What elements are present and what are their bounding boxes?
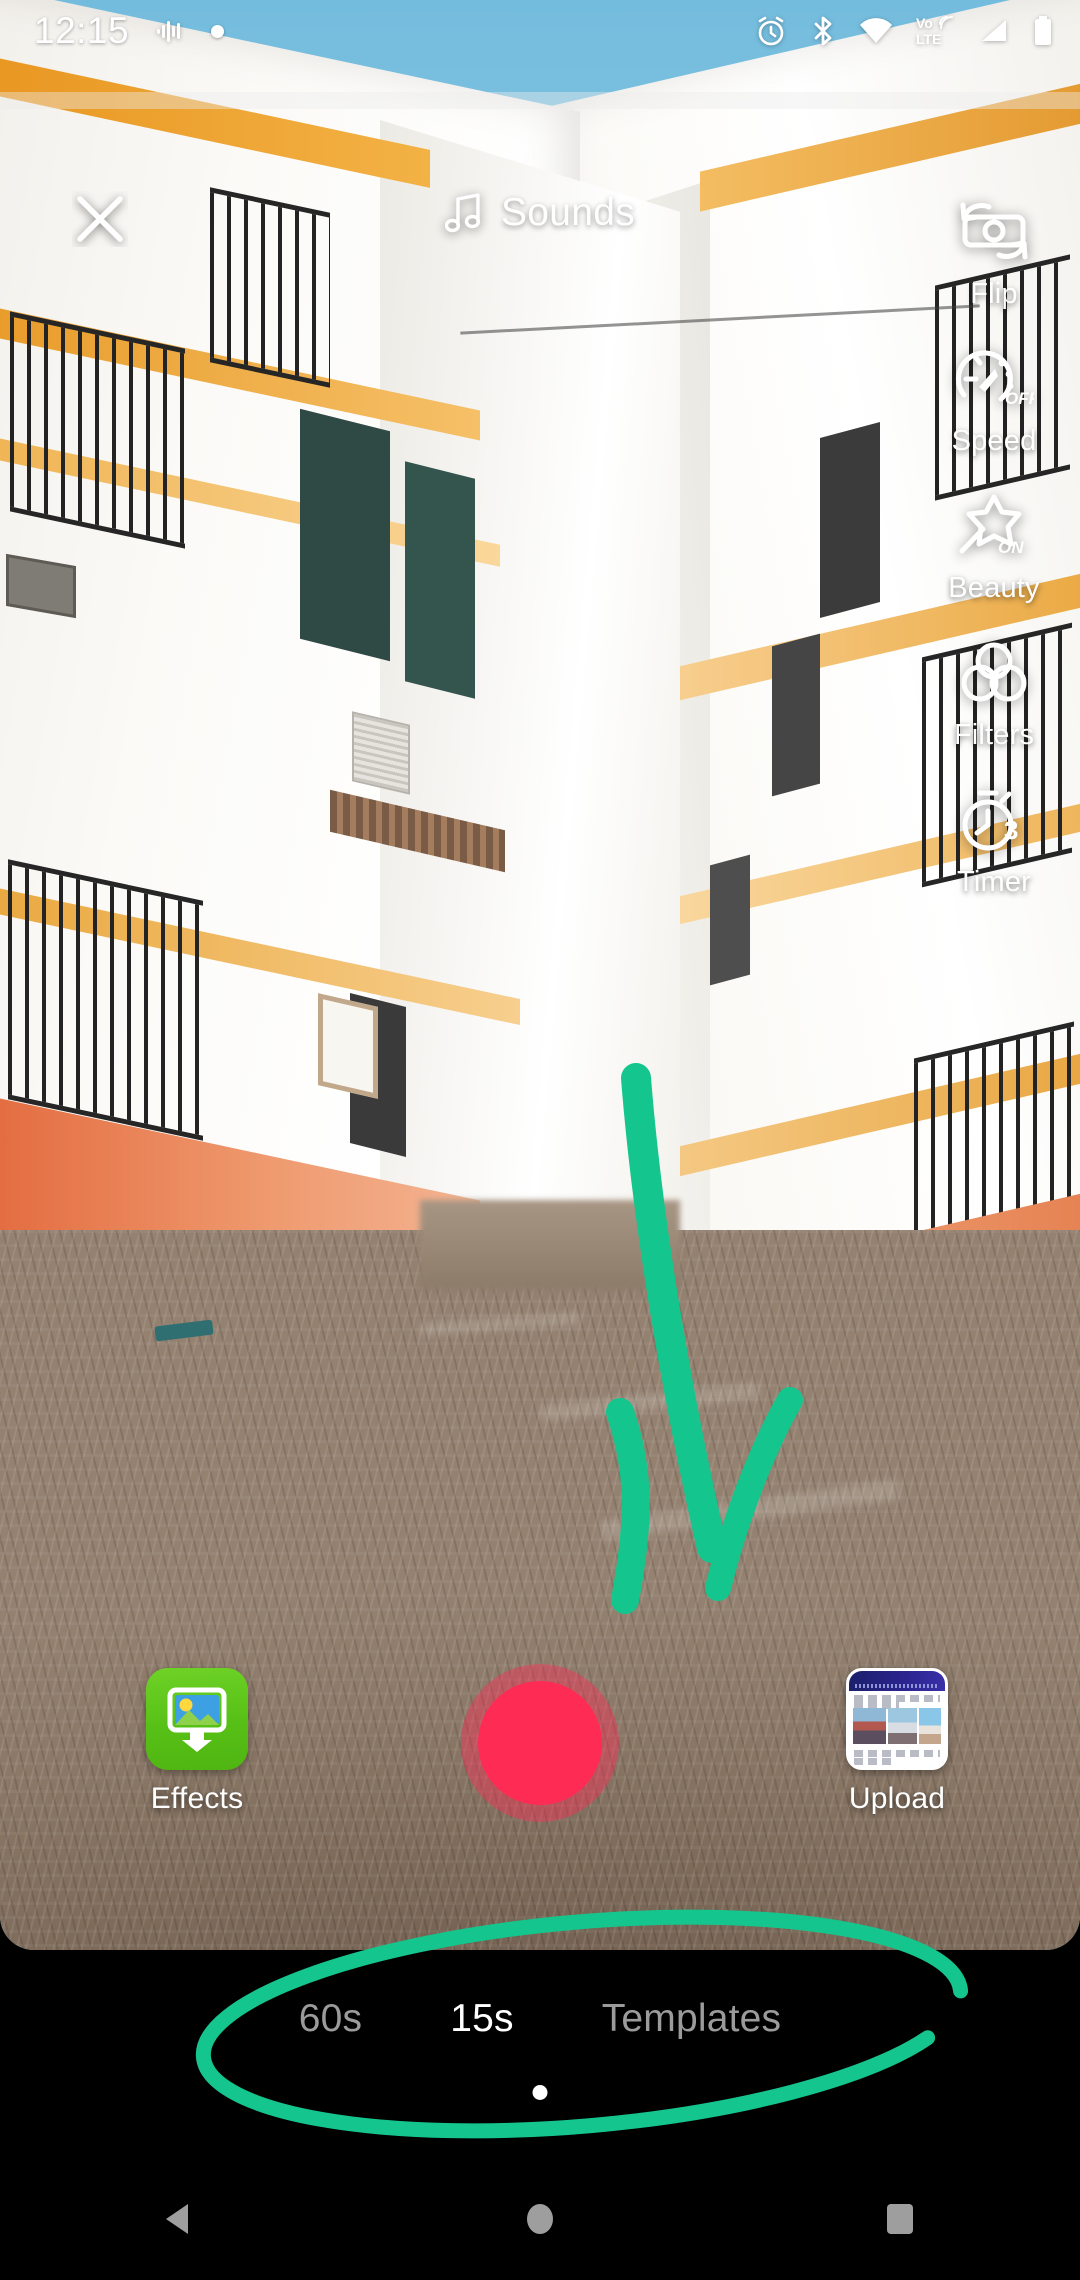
home-circle-icon — [527, 2204, 553, 2234]
upload-button[interactable]: Upload — [846, 1668, 948, 1816]
music-note-icon — [444, 193, 481, 233]
right-window-3 — [710, 854, 750, 986]
nav-home-button[interactable] — [465, 2158, 615, 2280]
recording-progress-bar — [0, 92, 1080, 109]
speed-badge: OFF — [1005, 389, 1034, 408]
android-nav-bar — [0, 2158, 1080, 2280]
sounds-button[interactable]: Sounds — [431, 185, 649, 241]
tool-speed[interactable]: OFF Speed — [908, 337, 1080, 458]
right-window-2 — [772, 633, 820, 797]
effects-button[interactable]: Effects — [146, 1668, 248, 1816]
tool-timer[interactable]: 3 Timer — [908, 778, 1080, 899]
signal-icon — [982, 20, 1006, 41]
tool-label-flip: Flip — [970, 278, 1018, 310]
status-bar-left: 12:15 — [34, 10, 225, 52]
status-bar-right: Vo LTE — [754, 14, 1054, 48]
filters-circles-icon — [956, 631, 1032, 713]
wifi-icon — [860, 18, 892, 43]
timer-badge: 3 — [1004, 815, 1018, 845]
air-conditioner-unit — [352, 711, 410, 795]
camera-flip-icon — [955, 190, 1033, 272]
wall-plaque — [318, 993, 378, 1099]
status-time: 12:15 — [34, 10, 130, 51]
left-window-1 — [300, 408, 390, 662]
stopwatch-icon: 3 — [954, 778, 1034, 860]
mode-page-indicator-dot — [532, 2085, 548, 2100]
right-window-1 — [820, 421, 880, 619]
tool-label-speed: Speed — [951, 425, 1037, 457]
bluetooth-icon — [814, 16, 832, 46]
status-bar: 12:15 Vo LTE — [0, 0, 1080, 62]
camera-viewfinder[interactable]: Sounds Flip OF Speed ON Beauty Filters 3… — [0, 0, 1080, 1950]
left-railing-2 — [8, 859, 203, 1141]
recents-square-icon — [887, 2204, 913, 2234]
notification-dot-icon — [211, 24, 225, 38]
upload-label: Upload — [848, 1782, 946, 1815]
svg-text:Vo: Vo — [916, 15, 933, 31]
left-railing-1 — [10, 311, 185, 549]
tool-label-filters: Filters — [953, 719, 1035, 751]
battery-icon — [1035, 16, 1051, 45]
nav-back-button[interactable] — [105, 2158, 255, 2280]
tool-label-timer: Timer — [956, 866, 1032, 898]
left-window-2 — [405, 461, 475, 699]
record-button[interactable] — [461, 1664, 619, 1822]
upload-thumbnail-icon — [846, 1668, 948, 1770]
tool-filters[interactable]: Filters — [908, 631, 1080, 752]
back-triangle-icon — [166, 2204, 188, 2234]
tool-flip[interactable]: Flip — [908, 190, 1080, 311]
svg-text:LTE: LTE — [916, 31, 941, 47]
tool-rail: Flip OF Speed ON Beauty Filters 3 Timer — [908, 190, 1080, 925]
mode-tab-templates[interactable]: Templates — [586, 1991, 798, 2047]
beauty-badge: ON — [998, 538, 1024, 557]
tiktok-camera-screen: Sounds Flip OF Speed ON Beauty Filters 3… — [0, 0, 1080, 2280]
nav-recents-button[interactable] — [825, 2158, 975, 2280]
speedometer-icon: OFF — [954, 337, 1034, 419]
sound-wave-icon — [157, 21, 181, 42]
magic-star-icon: ON — [954, 484, 1034, 566]
effects-label: Effects — [150, 1782, 244, 1815]
record-button-icon — [478, 1681, 602, 1805]
sounds-label: Sounds — [500, 191, 636, 234]
tool-label-beauty: Beauty — [948, 572, 1040, 604]
road-vanishing-point — [420, 1200, 680, 1290]
capture-controls: Effects Upload — [0, 1660, 1080, 1910]
alarm-icon — [758, 16, 784, 46]
volte-icon: Vo LTE — [916, 15, 953, 47]
close-button[interactable] — [62, 181, 138, 257]
close-icon — [77, 196, 123, 242]
tool-beauty[interactable]: ON Beauty — [908, 484, 1080, 605]
mode-tab-60s[interactable]: 60s — [283, 1991, 378, 2047]
mode-tab-15s[interactable]: 15s — [434, 1991, 529, 2047]
effects-gallery-icon — [146, 1668, 248, 1770]
